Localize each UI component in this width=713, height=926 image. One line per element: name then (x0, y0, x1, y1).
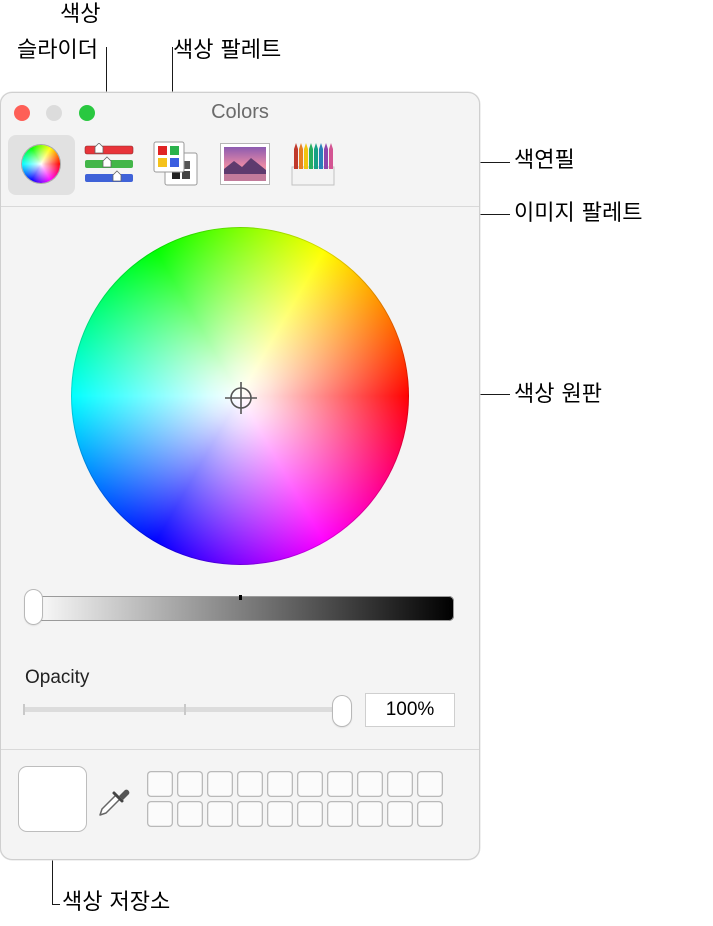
callout-color-sliders-line1: 색상 (60, 2, 101, 27)
opacity-tick (184, 704, 186, 715)
image-palettes-icon (220, 143, 270, 185)
callout-pencils: 색연필 (514, 148, 575, 173)
brightness-marker (239, 595, 242, 600)
tab-color-wheel[interactable] (8, 135, 75, 195)
bottom-divider (1, 749, 479, 750)
color-swatch[interactable] (327, 771, 353, 797)
callout-color-wheel: 색상 원판 (514, 382, 602, 407)
callout-image-palettes: 이미지 팔레트 (514, 201, 643, 226)
leader-color-storage-h (52, 904, 60, 905)
color-swatch[interactable] (417, 801, 443, 827)
current-color-well[interactable] (19, 767, 86, 831)
color-swatch[interactable] (177, 801, 203, 827)
color-swatch[interactable] (267, 801, 293, 827)
opacity-value-field[interactable]: 100% (365, 693, 455, 727)
color-sliders-icon (84, 142, 134, 182)
colors-window: Colors Opacity 100% (0, 92, 480, 860)
color-swatch[interactable] (357, 771, 383, 797)
opacity-slider-track[interactable] (23, 707, 343, 712)
color-swatch[interactable] (147, 801, 173, 827)
color-swatch[interactable] (297, 801, 323, 827)
color-swatch[interactable] (297, 771, 323, 797)
tab-color-palettes[interactable] (153, 141, 201, 189)
tab-image-palettes[interactable] (220, 143, 270, 185)
color-swatch[interactable] (207, 801, 233, 827)
tab-pencils[interactable] (291, 141, 335, 187)
color-swatch[interactable] (327, 801, 353, 827)
crosshair-icon[interactable] (225, 382, 257, 414)
pencils-icon (291, 143, 335, 186)
color-swatch-grid (147, 771, 443, 827)
callout-color-storage: 색상 저장소 (62, 890, 171, 915)
color-swatch[interactable] (417, 771, 443, 797)
color-swatch[interactable] (177, 771, 203, 797)
title-bar: Colors (1, 93, 479, 133)
color-wheel-icon (22, 145, 60, 183)
color-swatch[interactable] (387, 801, 413, 827)
callout-color-sliders-line2: 슬라이더 (17, 38, 98, 63)
toolbar-divider (1, 206, 479, 207)
callout-color-palettes: 색상 팔레트 (173, 38, 282, 63)
opacity-label: Opacity (25, 667, 90, 688)
color-swatch[interactable] (267, 771, 293, 797)
color-palettes-icon (153, 141, 198, 186)
color-swatch[interactable] (237, 771, 263, 797)
color-swatch[interactable] (237, 801, 263, 827)
color-swatch[interactable] (207, 771, 233, 797)
opacity-tick (23, 704, 25, 715)
tab-color-sliders[interactable] (83, 142, 135, 187)
brightness-slider-thumb[interactable] (25, 590, 42, 624)
color-swatch[interactable] (357, 801, 383, 827)
color-swatch[interactable] (387, 771, 413, 797)
eyedropper-icon[interactable] (96, 783, 132, 819)
window-title: Colors (211, 101, 269, 123)
opacity-slider-thumb[interactable] (333, 696, 351, 726)
color-swatch[interactable] (147, 771, 173, 797)
